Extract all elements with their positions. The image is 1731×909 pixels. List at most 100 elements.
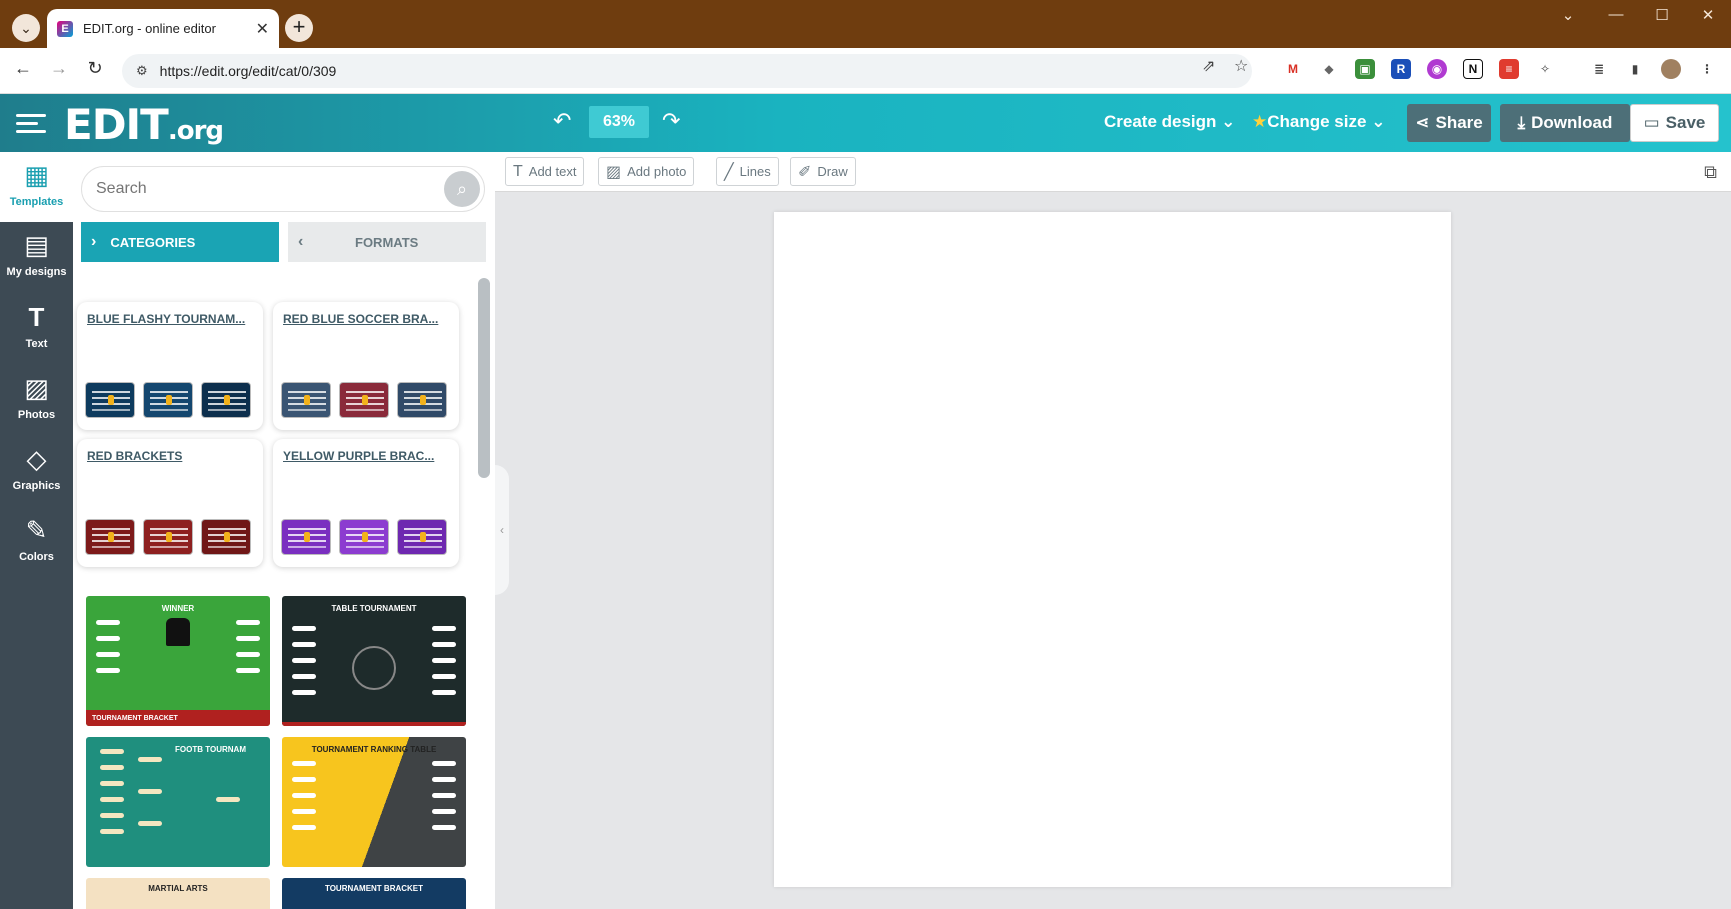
templates-icon: ▦: [24, 160, 49, 190]
site-info-icon[interactable]: ⚙: [136, 63, 148, 79]
template-card[interactable]: TOURNAMENT BRACKET: [282, 878, 466, 909]
add-text-button[interactable]: T Add text: [505, 157, 585, 186]
line-icon: ╱: [724, 163, 734, 181]
notion-extension-icon[interactable]: N: [1463, 59, 1483, 79]
draw-button[interactable]: ✐ Draw: [790, 157, 856, 186]
menu-icon[interactable]: [16, 114, 46, 138]
design-canvas[interactable]: [774, 212, 1451, 887]
search-box: ⌕: [81, 166, 485, 212]
profile-avatar[interactable]: [1661, 59, 1681, 79]
rail-my-designs[interactable]: ▤ My designs: [0, 222, 73, 292]
browser-menu-icon[interactable]: ⋮: [1697, 59, 1717, 79]
extension-blue-icon[interactable]: R: [1391, 59, 1411, 79]
template-thumbnail[interactable]: [85, 382, 135, 418]
category-card[interactable]: RED BLUE SOCCER BRA...: [273, 302, 459, 430]
lines-button[interactable]: ╱ Lines: [716, 157, 779, 186]
templates-panel: ⌕ › CATEGORIES ‹ FORMATS BLUE FLASHY TOU…: [73, 152, 495, 909]
rail-photos[interactable]: ▨ Photos: [0, 365, 73, 435]
chevron-down-icon[interactable]: ⌄: [1548, 6, 1588, 24]
category-title[interactable]: BLUE FLASHY TOURNAM...: [87, 312, 255, 326]
side-panel-icon[interactable]: ▮: [1625, 59, 1645, 79]
favicon-icon: E: [57, 20, 73, 37]
colors-icon: ✎: [25, 515, 48, 545]
template-thumbnail[interactable]: [143, 382, 193, 418]
forward-icon[interactable]: →: [46, 58, 72, 79]
category-card[interactable]: RED BRACKETS: [77, 439, 263, 567]
undo-icon[interactable]: ↶: [553, 108, 571, 134]
template-thumbnail[interactable]: [143, 519, 193, 555]
extension-purple-icon[interactable]: ◉: [1427, 59, 1447, 79]
minimize-icon[interactable]: —: [1596, 6, 1636, 23]
back-icon[interactable]: ←: [10, 58, 36, 79]
new-tab-icon[interactable]: +: [285, 14, 313, 42]
my-designs-icon: ▤: [24, 230, 49, 260]
template-thumbnail[interactable]: [339, 382, 389, 418]
bookmark-star-icon[interactable]: ☆: [1234, 56, 1248, 76]
url-bar[interactable]: ⚙ https://edit.org/edit/cat/0/309: [122, 54, 1252, 88]
template-thumbnail[interactable]: [281, 382, 331, 418]
save-button[interactable]: ▭ Save: [1630, 104, 1719, 142]
rail-graphics[interactable]: ◇ Graphics: [0, 436, 73, 506]
category-card[interactable]: YELLOW PURPLE BRAC...: [273, 439, 459, 567]
redo-icon[interactable]: ↷: [662, 108, 680, 134]
category-title[interactable]: RED BLUE SOCCER BRA...: [283, 312, 451, 326]
template-card[interactable]: MARTIAL ARTS: [86, 878, 270, 909]
template-thumbnail[interactable]: [397, 519, 447, 555]
app-header: EDIT.org ↶ 63% ↷ Create design ⌄ ★Change…: [0, 94, 1731, 152]
gmail-extension-icon[interactable]: M: [1283, 59, 1303, 79]
tab-formats[interactable]: ‹ FORMATS: [288, 222, 486, 262]
template-card[interactable]: TOURNAMENT RANKING TABLE: [282, 737, 466, 867]
tab-search-icon[interactable]: ⌄: [12, 14, 40, 42]
tab-title: EDIT.org - online editor: [83, 21, 216, 36]
close-icon[interactable]: ✕: [256, 19, 269, 39]
chevron-left-icon: ‹: [298, 233, 304, 250]
extension-diamond-icon[interactable]: ◆: [1319, 59, 1339, 79]
download-button[interactable]: ⤓ Download: [1500, 104, 1630, 142]
search-icon[interactable]: ⌕: [444, 171, 480, 207]
maximize-icon[interactable]: ☐: [1642, 6, 1682, 24]
rail-colors[interactable]: ✎ Colors: [0, 507, 73, 577]
rail-text[interactable]: T Text: [0, 294, 73, 364]
category-thumbnails: [281, 519, 447, 555]
template-card[interactable]: TABLE TOURNAMENT: [282, 596, 466, 726]
reload-icon[interactable]: ↻: [82, 58, 108, 79]
template-card[interactable]: WINNER TOURNAMENT BRACKET: [86, 596, 270, 726]
rail-templates[interactable]: ▦ Templates: [0, 152, 73, 222]
category-title[interactable]: RED BRACKETS: [87, 449, 255, 463]
template-thumbnail[interactable]: [201, 519, 251, 555]
collapse-panel-handle[interactable]: ‹: [495, 465, 509, 595]
browser-tab[interactable]: E EDIT.org - online editor ✕: [47, 9, 279, 48]
layers-settings-icon[interactable]: ⧉: [1704, 162, 1717, 183]
media-queue-icon[interactable]: ≣: [1589, 59, 1609, 79]
template-thumbnail[interactable]: [397, 382, 447, 418]
template-card[interactable]: FOOTB TOURNAM: [86, 737, 270, 867]
change-size-menu[interactable]: ★Change size ⌄: [1252, 112, 1385, 132]
fist-icon: [166, 618, 190, 646]
photos-icon: ▨: [24, 373, 49, 403]
edit-org-logo[interactable]: EDIT.org: [64, 100, 224, 149]
category-title[interactable]: YELLOW PURPLE BRAC...: [283, 449, 451, 463]
zoom-level[interactable]: 63%: [589, 106, 649, 138]
template-thumbnail[interactable]: [281, 519, 331, 555]
panel-scrollbar[interactable]: [478, 278, 490, 478]
share-page-icon[interactable]: ⇗: [1202, 56, 1215, 76]
star-icon: ★: [1252, 112, 1268, 131]
tab-categories[interactable]: › CATEGORIES: [81, 222, 279, 262]
canvas-toolbar: T Add text ▨ Add photo ╱ Lines ✐ Draw ⧉: [495, 152, 1731, 192]
template-thumbnail[interactable]: [85, 519, 135, 555]
extension-green-icon[interactable]: ▣: [1355, 59, 1375, 79]
window-close-icon[interactable]: ✕: [1688, 6, 1728, 24]
create-design-menu[interactable]: Create design ⌄: [1104, 112, 1235, 132]
share-icon: ⋖: [1415, 113, 1430, 132]
extension-red-icon[interactable]: ≡: [1499, 59, 1519, 79]
template-thumbnail[interactable]: [339, 519, 389, 555]
chevron-down-icon: ⌄: [1371, 112, 1386, 131]
category-thumbnails: [85, 519, 251, 555]
add-photo-button[interactable]: ▨ Add photo: [598, 157, 695, 186]
search-input[interactable]: [96, 180, 436, 198]
template-thumbnail[interactable]: [201, 382, 251, 418]
share-button[interactable]: ⋖ Share: [1407, 104, 1491, 142]
extensions-puzzle-icon[interactable]: ✧: [1535, 59, 1555, 79]
category-card[interactable]: BLUE FLASHY TOURNAM...: [77, 302, 263, 430]
left-tool-rail: ▦ Templates ▤ My designs T Text ▨ Photos…: [0, 152, 73, 909]
